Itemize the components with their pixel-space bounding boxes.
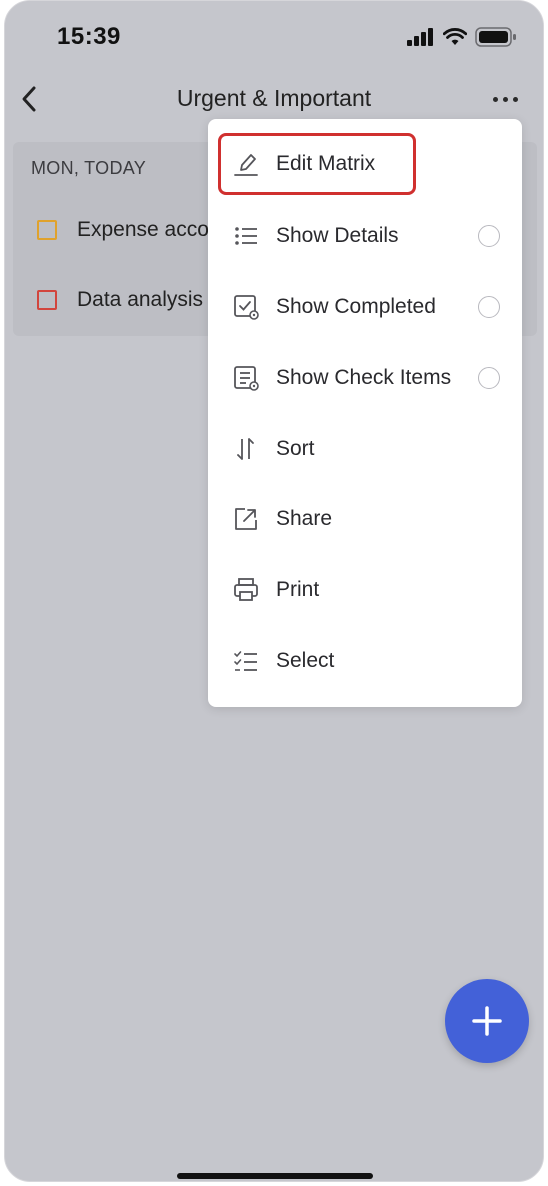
menu-item-show-check-items[interactable]: Show Check Items: [208, 348, 522, 408]
show-check-items-toggle[interactable]: [478, 367, 500, 389]
menu-item-show-details[interactable]: Show Details: [208, 206, 522, 266]
select-icon: [232, 647, 260, 675]
status-icons: [407, 27, 517, 47]
print-icon: [232, 576, 260, 604]
wifi-icon: [443, 28, 467, 45]
signal-icon: [407, 28, 433, 46]
dot: [512, 96, 518, 102]
menu-item-label: Show Check Items: [276, 366, 452, 389]
page-title: Urgent & Important: [176, 85, 372, 111]
menu-item-label: Show Details: [276, 224, 399, 247]
menu-item-share[interactable]: Share: [208, 489, 522, 549]
share-icon: [232, 505, 260, 533]
plus-icon: [472, 1006, 502, 1036]
dot: [492, 96, 498, 102]
menu-item-label: Share: [276, 507, 333, 530]
status-bar: 15:39: [5, 1, 543, 73]
menu-item-label: Show Completed: [276, 295, 436, 318]
more-options-button[interactable]: [485, 85, 525, 113]
phone-screen: 15:39 Urgent & Important MON, TODAY Expe…: [4, 0, 544, 1182]
show-completed-toggle[interactable]: [478, 296, 500, 318]
menu-item-label: Print: [276, 578, 320, 601]
battery-icon: [475, 27, 516, 47]
menu-item-sort[interactable]: Sort: [208, 419, 522, 479]
show-details-toggle[interactable]: [478, 225, 500, 247]
status-time: 15:39: [57, 23, 121, 50]
menu-item-print[interactable]: Print: [208, 560, 522, 620]
add-task-button[interactable]: [445, 979, 529, 1063]
task-title: Data analysis: [77, 288, 204, 311]
completed-icon: [232, 293, 260, 321]
dot: [502, 96, 508, 102]
menu-item-show-completed[interactable]: Show Completed: [208, 277, 522, 337]
task-checkbox[interactable]: [37, 290, 57, 310]
details-list-icon: [232, 222, 260, 250]
check-items-icon: [232, 364, 260, 392]
menu-item-label: Edit Matrix: [276, 152, 376, 175]
edit-icon: [232, 150, 260, 178]
options-menu: Edit Matrix Show Details Show Completed …: [208, 119, 522, 707]
home-indicator: [177, 1173, 373, 1179]
menu-item-label: Select: [276, 649, 335, 672]
menu-item-select[interactable]: Select: [208, 631, 522, 691]
sort-icon: [232, 435, 260, 463]
task-row[interactable]: Data analysis: [37, 288, 203, 312]
task-checkbox[interactable]: [37, 220, 57, 240]
section-header: MON, TODAY: [31, 158, 147, 178]
menu-item-edit-matrix[interactable]: Edit Matrix: [208, 134, 522, 194]
menu-item-label: Sort: [276, 437, 315, 460]
